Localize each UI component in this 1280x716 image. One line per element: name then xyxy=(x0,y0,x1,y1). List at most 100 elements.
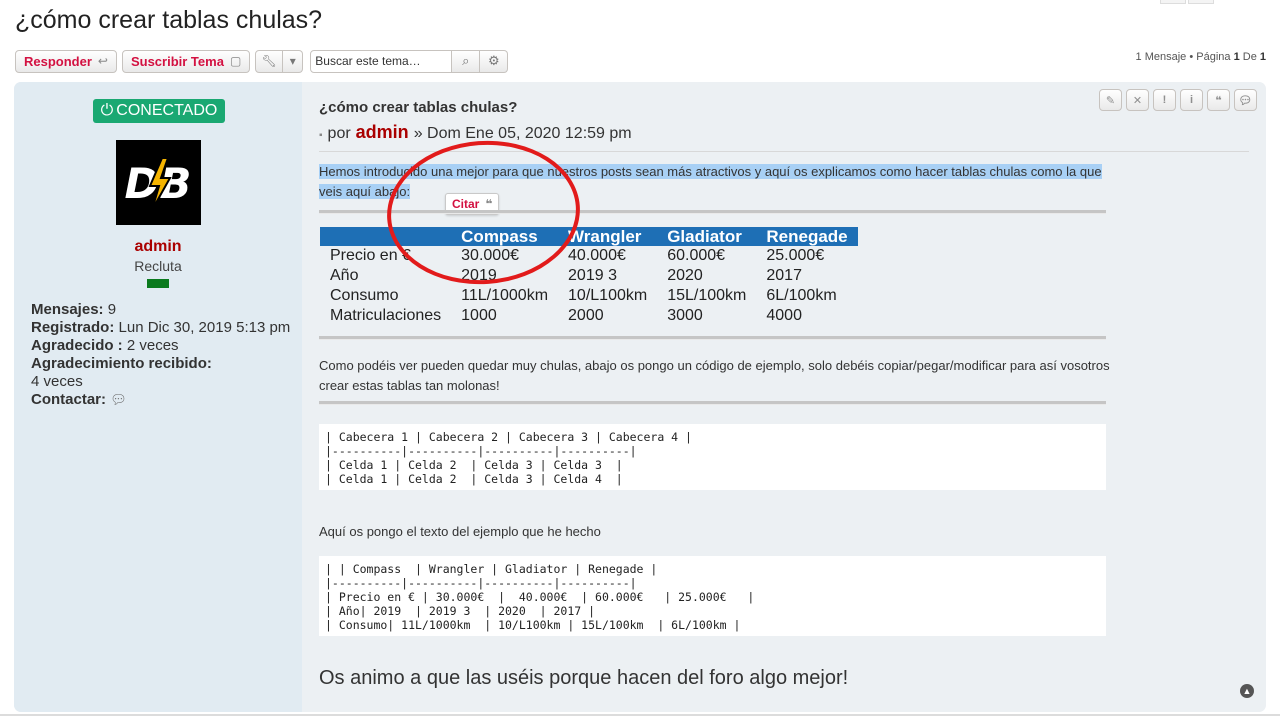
table-header-cell: Renegade xyxy=(756,227,858,246)
chat-icon[interactable]: 💬︎ xyxy=(110,392,127,407)
avatar-logo: DB xyxy=(116,140,201,225)
avatar[interactable]: DB xyxy=(116,140,201,225)
by-label: por xyxy=(327,125,351,142)
table-row: Matriculaciones 1000 2000 3000 4000 xyxy=(320,306,858,326)
divider xyxy=(319,151,1249,152)
table-cell: Matriculaciones xyxy=(330,307,442,324)
posts-label: Mensajes: xyxy=(31,301,104,318)
table-cell: Consumo xyxy=(330,287,399,304)
reply-icon: ↩ xyxy=(97,54,108,68)
gear-icon[interactable]: ⚙ xyxy=(480,49,509,73)
quote-popup-label: Citar xyxy=(452,197,480,211)
table-cell: 6L/100km xyxy=(766,287,837,304)
pagination-current: 1 xyxy=(1233,51,1240,63)
table-cell: 30.000€ xyxy=(461,247,519,264)
selected-intro-text: Hemos introducido una mejor para que nue… xyxy=(319,164,1102,199)
thanks-received-value[interactable]: 4 veces xyxy=(31,373,83,390)
pagination-info: 1 Mensaje • Página 1 De 1 xyxy=(1136,51,1266,63)
table-cell: 2019 xyxy=(461,267,497,284)
post-file-icon[interactable]: ▪ xyxy=(319,130,323,141)
thanked-value[interactable]: 2 veces xyxy=(127,337,179,354)
post-paragraph: Aquí os pongo el texto del ejemplo que h… xyxy=(319,524,601,539)
registered-value: Lun Dic 30, 2019 5:13 pm xyxy=(118,319,291,336)
code-block-template: | Cabecera 1 | Cabecera 2 | Cabecera 3 |… xyxy=(319,424,1106,490)
online-label: CONECTADO xyxy=(116,102,218,119)
comment-icon[interactable]: 💬︎ xyxy=(1234,89,1257,111)
header-tab[interactable] xyxy=(1188,0,1214,4)
table-header-row: Compass Wrangler Gladiator Renegade xyxy=(320,227,858,246)
subscribe-button-label: Suscribir Tema xyxy=(130,53,224,69)
power-icon: ⏻ xyxy=(100,102,114,119)
posts-value[interactable]: 9 xyxy=(108,301,116,318)
back-to-top-icon[interactable]: ▲ xyxy=(1240,684,1254,698)
table-cell: 3000 xyxy=(667,307,703,324)
table-cell: Año xyxy=(330,267,359,284)
table-cell: 2017 xyxy=(766,267,802,284)
checkbox-icon: ▢ xyxy=(229,54,242,68)
table-cell: 11L/1000km xyxy=(461,287,549,304)
post-closing: Os animo a que las uséis porque hacen de… xyxy=(319,667,849,689)
divider xyxy=(319,336,1106,340)
table-row: Año 2019 2019 3 2020 2017 xyxy=(320,266,858,286)
search-icon[interactable]: ⌕ xyxy=(452,49,481,73)
profile-rank: Recluta xyxy=(134,258,182,274)
pagination-prefix: 1 Mensaje • Página xyxy=(1135,51,1231,63)
table-cell: Precio en € xyxy=(330,247,411,264)
table-cell: 60.000€ xyxy=(667,247,726,264)
table-cell: 25.000€ xyxy=(766,247,825,264)
code-block-example: | | Compass | Wrangler | Gladiator | Ren… xyxy=(319,556,1106,636)
header-tab[interactable] xyxy=(1160,0,1186,4)
online-badge: ⏻ CONECTADO xyxy=(93,99,225,123)
table-cell: 1000 xyxy=(461,307,497,324)
table-cell: 40.000€ xyxy=(568,247,626,264)
post-container: ⏻ CONECTADO DB admin Recluta Mensajes: 9… xyxy=(14,82,1266,712)
reply-button[interactable]: Responder ↩ xyxy=(15,49,117,73)
post-body: ✎ ✕ ! i ❝ 💬︎ ¿cómo crear tablas chulas? … xyxy=(319,82,1259,712)
table-row: Precio en € 30.000€ 40.000€ 60.000€ 25.0… xyxy=(320,246,858,266)
table-cell: 15L/100km xyxy=(667,287,747,304)
table-cell: 4000 xyxy=(766,307,802,324)
post-paragraph: Como podéis ver pueden quedar muy chulas… xyxy=(319,358,1110,393)
table-cell: 10/L100km xyxy=(568,287,648,304)
pagination-total: 1 xyxy=(1259,51,1266,63)
table-row: Consumo 11L/1000km 10/L100km 15L/100km 6… xyxy=(320,286,858,306)
profile-details: Mensajes: 9 Registrado: Lun Dic 30, 2019… xyxy=(31,301,291,409)
post-subject[interactable]: ¿cómo crear tablas chulas? xyxy=(319,99,517,116)
table-header-cell: Wrangler xyxy=(558,227,658,246)
wrench-icon[interactable]: 🔧︎ xyxy=(255,49,284,73)
divider xyxy=(319,401,1106,405)
quote-icon[interactable]: ❝ xyxy=(1207,89,1230,111)
info-icon[interactable]: i xyxy=(1180,89,1203,111)
table-cell: 2000 xyxy=(568,307,604,324)
post-author-name[interactable]: admin xyxy=(356,122,409,143)
topic-tools-dropdown[interactable]: 🔧︎ ▾ xyxy=(255,49,304,73)
table-header-cell: Gladiator xyxy=(657,227,757,246)
quote-marks-icon: ❝ xyxy=(485,197,493,211)
subscribe-topic-button[interactable]: Suscribir Tema ▢ xyxy=(121,49,251,73)
reply-button-label: Responder xyxy=(24,53,92,69)
table-header-cell xyxy=(320,227,452,246)
post-profile: ⏻ CONECTADO DB admin Recluta Mensajes: 9… xyxy=(14,82,302,712)
post-intro: Hemos introducido una mejor para que nue… xyxy=(319,162,1109,202)
topic-toolbar: Responder ↩ Suscribir Tema ▢ 🔧︎ ▾ ⌕ ⚙ xyxy=(15,49,509,73)
pagination-of: De xyxy=(1242,51,1257,63)
registered-label: Registrado: xyxy=(31,319,115,336)
table-cell: 2019 3 xyxy=(568,267,617,284)
page-title: ¿cómo crear tablas chulas? xyxy=(15,6,323,34)
report-icon[interactable]: ! xyxy=(1153,89,1176,111)
contact-label: Contactar: xyxy=(31,391,107,408)
comparison-table: Compass Wrangler Gladiator Renegade Prec… xyxy=(320,227,858,326)
delete-icon[interactable]: ✕ xyxy=(1126,89,1149,111)
chevron-down-icon[interactable]: ▾ xyxy=(283,49,304,73)
edit-icon[interactable]: ✎ xyxy=(1099,89,1122,111)
thanked-label: Agradecido : xyxy=(31,337,123,354)
profile-username[interactable]: admin xyxy=(14,238,302,256)
rank-bar xyxy=(147,279,169,288)
table-cell: 2020 xyxy=(667,267,703,284)
post-author-line: ▪ por admin » Dom Ene 05, 2020 12:59 pm xyxy=(319,122,632,143)
divider xyxy=(319,210,1106,214)
post-date: » Dom Ene 05, 2020 12:59 pm xyxy=(413,125,632,142)
table-header-cell: Compass xyxy=(451,227,559,246)
search-input[interactable] xyxy=(310,49,453,73)
thanks-received-label: Agradecimiento recibido: xyxy=(31,355,212,372)
